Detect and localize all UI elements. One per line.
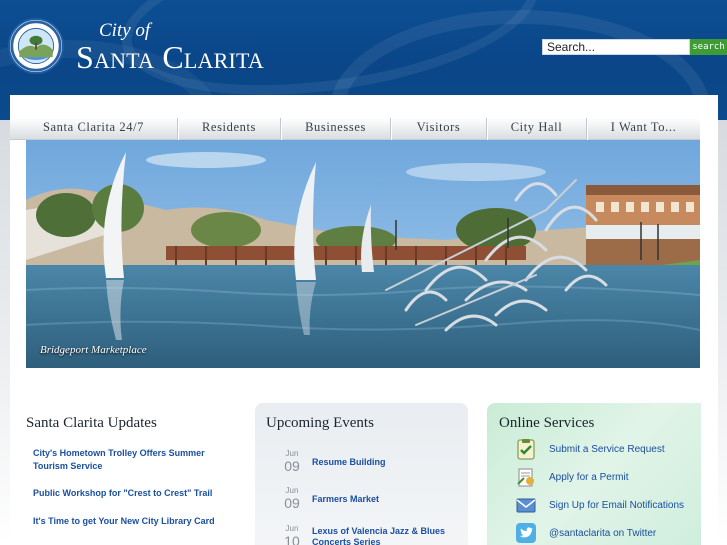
event-day: 09 bbox=[284, 458, 300, 474]
event-month: Jun bbox=[285, 449, 299, 458]
event-link-resume-building[interactable]: Resume Building bbox=[312, 457, 452, 468]
page-background-left bbox=[0, 120, 10, 545]
search-input[interactable] bbox=[542, 39, 690, 55]
nav-item-businesses[interactable]: Businesses bbox=[281, 118, 391, 140]
clipboard-check-icon[interactable] bbox=[515, 438, 537, 460]
service-link-submit-request[interactable]: Submit a Service Request bbox=[549, 444, 665, 455]
nav-item-visitors[interactable]: Visitors bbox=[391, 118, 487, 140]
event-link-farmers-market[interactable]: Farmers Market bbox=[312, 494, 452, 505]
online-services-title: Online Services bbox=[499, 415, 595, 431]
update-link-trolley[interactable]: City's Hometown Trolley Offers Summer To… bbox=[33, 447, 238, 473]
nav-item-santa-clarita-247[interactable]: Santa Clarita 24/7 bbox=[10, 118, 178, 140]
page-background-right bbox=[718, 120, 727, 545]
search-button[interactable]: search bbox=[690, 39, 727, 55]
event-month: Jun bbox=[285, 524, 299, 533]
event-month: Jun bbox=[285, 486, 299, 495]
service-link-apply-permit[interactable]: Apply for a Permit bbox=[549, 472, 628, 483]
event-day: 09 bbox=[284, 495, 300, 511]
permit-document-icon[interactable] bbox=[515, 466, 537, 488]
updates-title: Santa Clarita Updates bbox=[26, 415, 157, 431]
nav-item-residents[interactable]: Residents bbox=[178, 118, 281, 140]
update-link-library-card[interactable]: It's Time to get Your New City Library C… bbox=[33, 515, 238, 528]
city-seal-icon[interactable] bbox=[8, 18, 64, 74]
site-title[interactable]: Santa Clarita bbox=[76, 39, 264, 76]
event-day: 10 bbox=[284, 533, 300, 545]
events-title: Upcoming Events bbox=[266, 415, 374, 431]
envelope-icon[interactable] bbox=[515, 494, 537, 516]
update-link-workshop[interactable]: Public Workshop for "Crest to Crest" Tra… bbox=[33, 487, 238, 500]
event-link-jazz-blues[interactable]: Lexus of Valencia Jazz & Blues Concerts … bbox=[312, 526, 452, 545]
hero-image[interactable]: Bridgeport Marketplace bbox=[26, 140, 700, 368]
twitter-bird-icon[interactable] bbox=[515, 522, 537, 544]
service-link-email-notifications[interactable]: Sign Up for Email Notifications bbox=[549, 500, 684, 511]
main-nav: Santa Clarita 24/7 Residents Businesses … bbox=[10, 118, 700, 140]
nav-item-city-hall[interactable]: City Hall bbox=[487, 118, 587, 140]
nav-item-i-want-to[interactable]: I Want To... bbox=[587, 118, 700, 140]
service-link-twitter[interactable]: @santaclarita on Twitter bbox=[549, 528, 656, 539]
hero-caption: Bridgeport Marketplace bbox=[40, 344, 147, 356]
